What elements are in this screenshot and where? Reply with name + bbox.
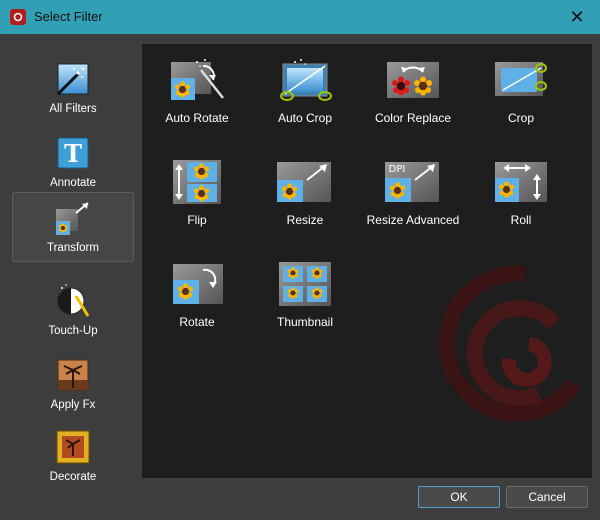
- auto-crop-icon: [280, 59, 332, 101]
- category-label: All Filters: [49, 103, 97, 115]
- filter-label: Resize Advanced: [366, 213, 460, 227]
- decorate-icon: [56, 430, 90, 464]
- filter-crop[interactable]: Crop: [466, 44, 576, 134]
- category-sidebar: All Filters T Annotate Transform Touch-U…: [12, 44, 136, 484]
- category-touch-up[interactable]: Touch-Up: [12, 276, 134, 346]
- filter-auto-rotate[interactable]: Auto Rotate: [142, 44, 252, 134]
- filter-label: Roll: [510, 213, 532, 227]
- category-decorate[interactable]: Decorate: [12, 422, 134, 492]
- category-label: Decorate: [49, 471, 97, 483]
- filter-label: Crop: [507, 111, 534, 125]
- color-replace-icon: [387, 62, 439, 98]
- category-all-filters[interactable]: All Filters: [12, 54, 134, 124]
- filter-roll[interactable]: Roll: [466, 146, 576, 236]
- category-label: Annotate: [49, 177, 97, 189]
- filter-label: Rotate: [179, 315, 215, 329]
- apply-fx-icon: [57, 359, 89, 391]
- filter-color-replace[interactable]: Color Replace: [358, 44, 468, 134]
- filter-label: Thumbnail: [276, 315, 334, 329]
- filter-label: Color Replace: [374, 111, 452, 125]
- filter-thumbnail[interactable]: Thumbnail: [250, 248, 360, 338]
- svg-text:T: T: [64, 139, 82, 168]
- crop-icon: [495, 62, 547, 96]
- cancel-button[interactable]: Cancel: [506, 486, 588, 508]
- touch-up-icon: [57, 284, 90, 317]
- rotate-icon: [173, 264, 223, 304]
- category-label: Touch-Up: [48, 325, 98, 337]
- close-button[interactable]: ✕: [554, 0, 600, 34]
- roll-icon: [495, 162, 547, 202]
- filter-label: Flip: [187, 213, 207, 227]
- app-logo-watermark-icon: [438, 265, 581, 422]
- transform-icon: [56, 202, 89, 235]
- category-annotate[interactable]: T Annotate: [12, 128, 134, 198]
- window-title: Select Filter: [34, 9, 103, 24]
- filter-label: Resize: [286, 213, 324, 227]
- filter-panel: Auto Rotate Auto Crop Color Replace Crop…: [142, 44, 592, 478]
- category-label: Apply Fx: [50, 399, 96, 411]
- filter-rotate[interactable]: Rotate: [142, 248, 252, 338]
- filter-label: Auto Crop: [277, 111, 333, 125]
- flip-icon: [173, 160, 221, 204]
- auto-rotate-icon: [171, 59, 224, 100]
- filter-resize[interactable]: Resize: [250, 146, 360, 236]
- category-apply-fx[interactable]: Apply Fx: [12, 350, 134, 420]
- all-filters-icon: [56, 63, 89, 96]
- annotate-icon: T: [57, 137, 89, 169]
- close-icon: ✕: [569, 6, 585, 27]
- resize-advanced-icon: DPI: [385, 162, 439, 202]
- title-bar: Select Filter ✕: [0, 0, 600, 34]
- resize-icon: [277, 162, 331, 202]
- filter-resize-advanced[interactable]: DPI Resize Advanced: [358, 146, 468, 236]
- filter-auto-crop[interactable]: Auto Crop: [250, 44, 360, 134]
- category-label: Transform: [47, 242, 99, 254]
- svg-text:DPI: DPI: [389, 164, 406, 175]
- dialog-body: All Filters T Annotate Transform Touch-U…: [0, 34, 600, 520]
- filter-flip[interactable]: Flip: [142, 146, 252, 236]
- thumbnail-icon: [279, 262, 331, 306]
- filter-label: Auto Rotate: [165, 111, 229, 125]
- ok-button[interactable]: OK: [418, 486, 500, 508]
- app-logo-icon: [10, 9, 26, 25]
- category-transform[interactable]: Transform: [12, 192, 134, 262]
